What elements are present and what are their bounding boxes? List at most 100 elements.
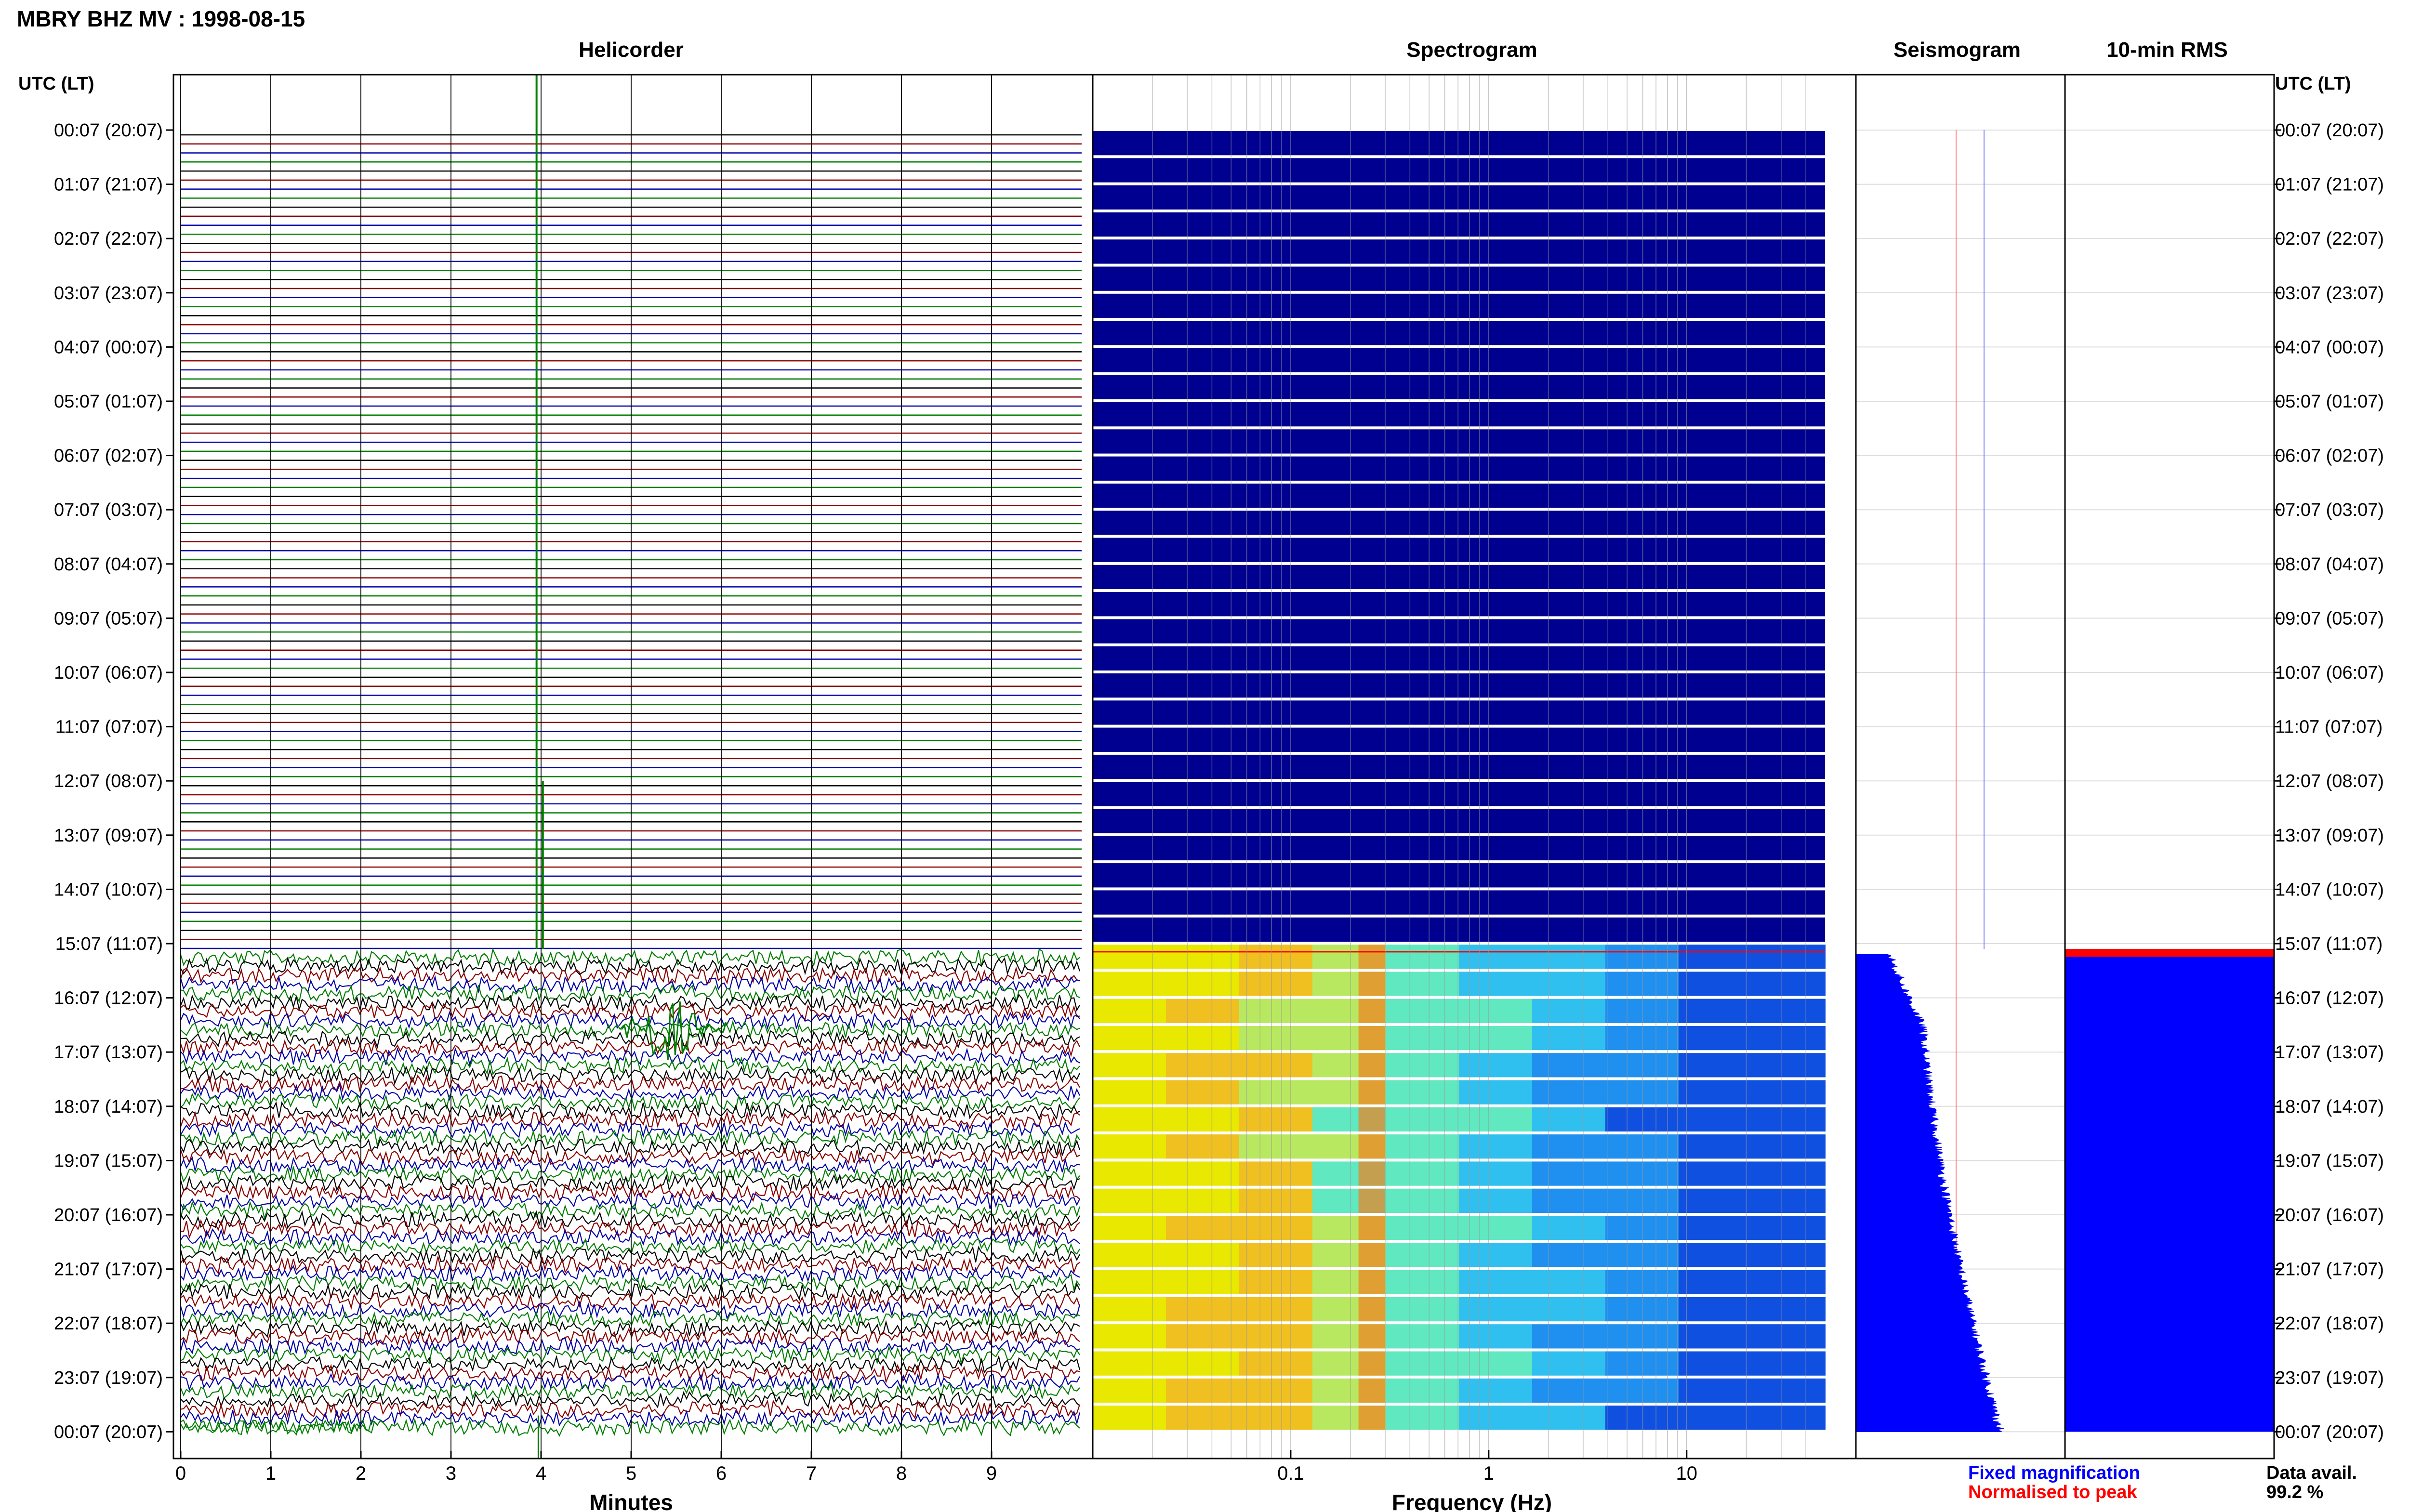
spectrogram-cell [1358, 1378, 1385, 1403]
spectrogram-band [1093, 809, 1825, 833]
spectrogram-band [1093, 185, 1825, 210]
spectrogram-cell [1358, 1134, 1385, 1159]
spectrogram-cell [1166, 1297, 1240, 1322]
spectrogram-cell [1459, 1378, 1533, 1403]
spectrogram-band [1093, 429, 1825, 454]
spectrogram-cell [1605, 1026, 1679, 1051]
spectrogram-cell [1459, 1216, 1533, 1240]
right-time-label: 09:07 (05:07) [2275, 608, 2384, 629]
spectrogram-cell [1459, 1053, 1533, 1078]
data-availability-label: Data avail. [2266, 1463, 2357, 1483]
spectrogram-cell [1093, 1080, 1166, 1104]
spectrogram-band [1093, 321, 1825, 345]
spectrogram-cell [1605, 1406, 1679, 1430]
right-time-label: 08:07 (04:07) [2275, 554, 2384, 575]
spectrogram-cell [1679, 1324, 1752, 1349]
spectrogram-cell [1386, 1216, 1459, 1240]
spectrogram-cell [1093, 1324, 1166, 1349]
spectrogram-cell [1679, 1243, 1752, 1267]
spectrogram-cell [1605, 1324, 1679, 1349]
spectrogram-cell [1752, 1216, 1826, 1240]
spectrogram-cell [1459, 1297, 1533, 1322]
spectrogram-band [1093, 565, 1825, 590]
right-time-label: 00:07 (20:07) [2275, 1422, 2384, 1442]
spectrogram-cell [1386, 1324, 1459, 1349]
right-time-label: 21:07 (17:07) [2275, 1260, 2384, 1280]
helicorder-trace [180, 974, 1080, 995]
spectrogram-cell [1605, 1297, 1679, 1322]
spectrogram-cell [1679, 999, 1752, 1023]
spectrogram-cell [1093, 1188, 1166, 1213]
spectrogram-cell [1358, 1243, 1385, 1267]
left-time-label: 22:07 (18:07) [54, 1314, 163, 1334]
left-time-label: 23:07 (19:07) [54, 1368, 163, 1388]
spectrogram-cell [1605, 1161, 1679, 1186]
spectrogram-cell [1532, 1297, 1606, 1322]
frequency-tick-label: 10 [1676, 1463, 1698, 1484]
helicorder-trace [180, 1192, 1080, 1211]
right-time-label: 02:07 (22:07) [2275, 229, 2384, 249]
left-time-label: 14:07 (10:07) [54, 880, 163, 900]
rms-fill [2065, 949, 2274, 1432]
spectrogram-cell [1752, 1134, 1826, 1159]
spectrogram-cell [1605, 1188, 1679, 1213]
minute-tick-label: 6 [716, 1463, 727, 1484]
spectrogram-cell [1679, 1134, 1752, 1159]
spectrogram-cell [1166, 999, 1240, 1023]
spectrogram-cell [1679, 1216, 1752, 1240]
spectrogram-cell [1166, 1134, 1240, 1159]
spectrogram-cell [1679, 1297, 1752, 1322]
spectrogram-x-axis: 0.1 1 10 [1277, 1450, 1697, 1484]
spectrogram-cell [1239, 1188, 1313, 1213]
helicorder-trace [180, 1074, 1080, 1094]
helicorder-x-axis: 0 1 2 3 4 5 6 7 8 9 [175, 1451, 997, 1484]
left-time-label: 00:07 (20:07) [54, 1422, 163, 1442]
spectrogram-cell [1358, 999, 1385, 1023]
spectrogram-band [1093, 375, 1825, 399]
spectrogram-cell [1386, 999, 1459, 1023]
spectrogram-cell [1532, 1134, 1606, 1159]
spectrogram-cell [1358, 1270, 1385, 1294]
spectrogram-cell [1358, 1297, 1385, 1322]
rms-plot [2065, 130, 2274, 1433]
right-time-axis: 00:07 (20:07) 01:07 (21:07) 02:07 (22:07) 0… [2274, 120, 2384, 1442]
helicorder-trace [180, 1273, 1080, 1293]
right-time-label: 20:07 (16:07) [2275, 1205, 2384, 1225]
spectrogram-cell [1459, 945, 1533, 969]
right-time-label: 23:07 (19:07) [2275, 1368, 2384, 1388]
spectrogram-cell [1386, 1188, 1459, 1213]
spectrogram-cell [1459, 1406, 1533, 1430]
spectrogram-band [1093, 212, 1825, 237]
spectrogram-band [1093, 293, 1825, 318]
left-time-label: 03:07 (23:07) [54, 283, 163, 303]
frequency-tick-label: 0.1 [1277, 1463, 1304, 1484]
spectrogram-cell [1532, 1406, 1606, 1430]
spectrogram-cell [1459, 1080, 1533, 1104]
spectrogram-cell [1386, 1053, 1459, 1078]
left-time-label: 01:07 (21:07) [54, 175, 163, 195]
right-time-label: 04:07 (00:07) [2275, 337, 2384, 357]
spectrogram-cell [1679, 1188, 1752, 1213]
spectrogram-cell [1752, 1351, 1826, 1376]
spectrogram-cell [1752, 1378, 1826, 1403]
spectrogram-cell [1093, 999, 1166, 1023]
left-time-label: 10:07 (06:07) [54, 663, 163, 683]
spectrogram-cell [1532, 1243, 1606, 1267]
spectrogram-cell [1605, 945, 1679, 969]
spectrogram-cell [1459, 1351, 1533, 1376]
spectrogram-plot [1093, 75, 1826, 1459]
helicorder-trace [180, 1210, 1080, 1229]
spectrogram-cell [1239, 1406, 1313, 1430]
spectrogram-cell [1386, 1351, 1459, 1376]
spectrogram-cell [1093, 1161, 1166, 1186]
left-time-label: 16:07 (12:07) [54, 988, 163, 1009]
spectrogram-cell [1239, 1161, 1313, 1186]
spectrogram-cell [1386, 1406, 1459, 1430]
spectrogram-cell [1239, 999, 1313, 1023]
spectrogram-cell [1532, 972, 1606, 996]
seismogram-envelope [1855, 954, 2004, 1432]
spectrogram-cell [1605, 1080, 1679, 1104]
spectrogram-cell [1605, 1243, 1679, 1267]
spectrogram-cell [1093, 1351, 1166, 1376]
spectrogram-cell [1459, 1324, 1533, 1349]
